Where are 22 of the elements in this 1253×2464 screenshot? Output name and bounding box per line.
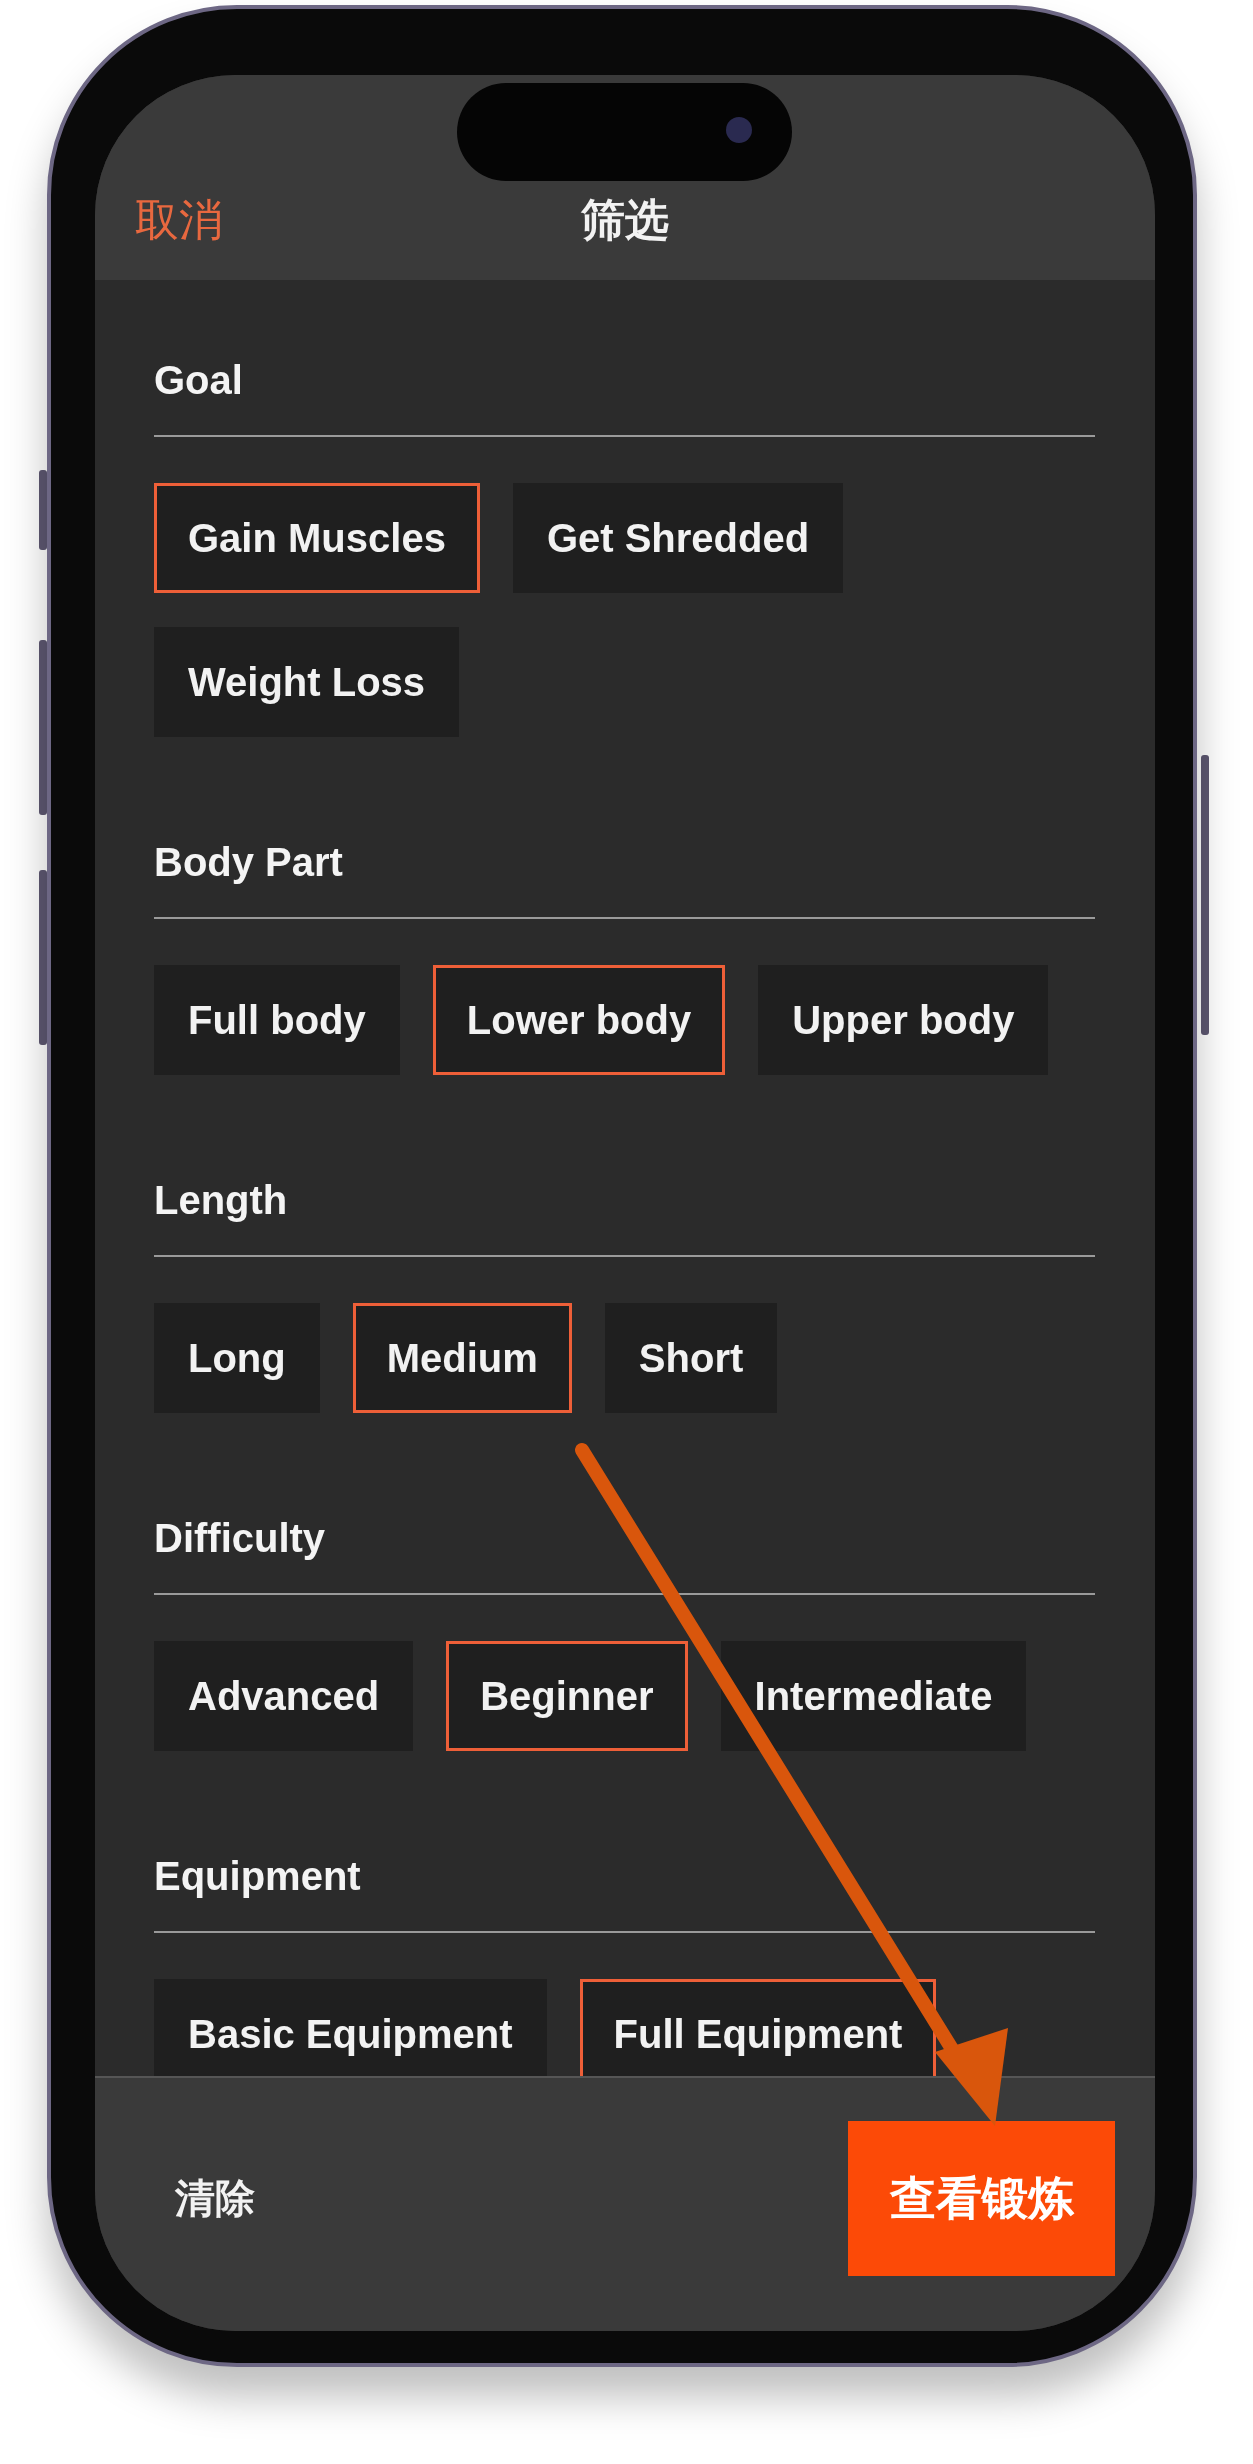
filter-option[interactable]: Lower body xyxy=(432,965,726,1075)
section-heading: Length xyxy=(154,1177,288,1224)
filter-option[interactable]: Get Shredded xyxy=(512,483,844,593)
filter-option[interactable]: Upper body xyxy=(758,965,1049,1075)
clear-link[interactable]: 清除 xyxy=(175,2173,255,2223)
filter-option[interactable]: Beginner xyxy=(446,1641,688,1751)
filter-option[interactable]: Short xyxy=(604,1303,778,1413)
filter-option[interactable]: Intermediate xyxy=(720,1641,1027,1751)
section-heading: Equipment xyxy=(154,1853,361,1900)
screen-title: 筛选 xyxy=(581,195,669,245)
filter-option[interactable]: Medium xyxy=(352,1303,572,1413)
filter-option[interactable]: Full Equipment xyxy=(579,1979,937,2076)
cancel-link[interactable]: 取消 xyxy=(135,195,223,245)
section-heading: Body Part xyxy=(154,839,343,886)
filter-option[interactable]: Weight Loss xyxy=(154,627,460,737)
filter-option[interactable]: Long xyxy=(154,1303,320,1413)
section-heading: Difficulty xyxy=(154,1515,326,1562)
section-heading: Goal xyxy=(154,357,243,404)
filter-option[interactable]: Gain Muscles xyxy=(154,483,480,593)
filter-option[interactable]: Basic Equipment xyxy=(154,1979,547,2076)
filter-option[interactable]: Advanced xyxy=(154,1641,414,1751)
filter-option[interactable]: Full body xyxy=(154,965,400,1075)
